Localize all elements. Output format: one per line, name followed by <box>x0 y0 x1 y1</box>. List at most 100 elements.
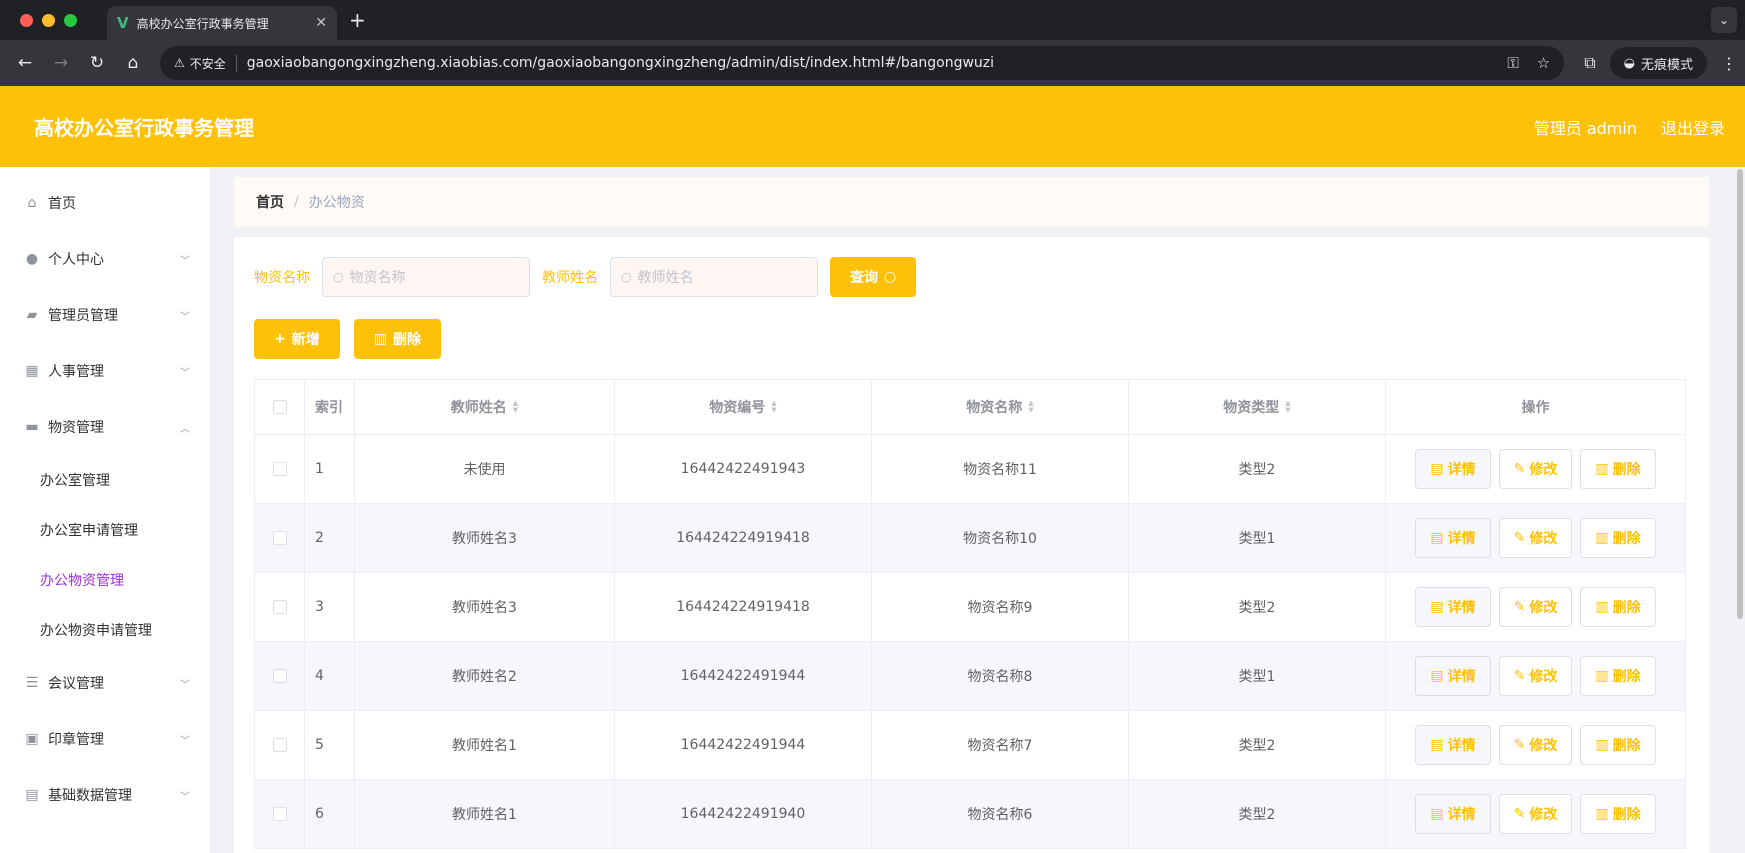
edit-button[interactable]: ✎ 修改 <box>1498 725 1573 765</box>
edit-label: 修改 <box>1529 462 1558 478</box>
plus-icon: + <box>274 331 286 347</box>
edit-button[interactable]: ✎ 修改 <box>1498 794 1573 834</box>
batch-delete-button[interactable]: ▥ 删除 <box>353 319 441 359</box>
url-text[interactable]: gaoxiaobangongxingzheng.xiaobias.com/gao… <box>247 55 1508 71</box>
detail-button[interactable]: ▤ 详情 <box>1415 449 1491 489</box>
sidebar-subitem-office[interactable]: 办公室管理 <box>0 455 210 505</box>
sidebar-subitem-supplies-application[interactable]: 办公物资申请管理 <box>0 605 210 655</box>
extensions-icon[interactable]: ⧉ <box>1584 53 1595 73</box>
trash-icon: ▥ <box>373 331 387 347</box>
sort-icon[interactable]: ▲ ▼ <box>513 400 518 414</box>
delete-button[interactable]: ▥ 删除 <box>1580 794 1656 834</box>
cell-ops: ▤ 详情 ✎ 修改 ▥ 删除 <box>1386 642 1685 710</box>
row-checkbox-cell <box>255 711 305 779</box>
app-title: 高校办公室行政事务管理 <box>34 116 254 140</box>
row-checkbox[interactable] <box>272 669 287 683</box>
tab-menu-icon[interactable]: ⌄ <box>1711 7 1737 33</box>
sort-icon[interactable]: ▲ ▼ <box>1028 400 1033 414</box>
chevron-down-icon: ﹀ <box>180 679 190 691</box>
row-checkbox[interactable] <box>272 600 287 614</box>
logout-link[interactable]: 退出登录 <box>1661 115 1725 139</box>
maximize-window-button[interactable] <box>64 13 77 27</box>
scrollbar[interactable] <box>1735 167 1745 853</box>
home-icon: ⌂ <box>27 195 37 211</box>
incognito-label: 无痕模式 <box>1640 57 1693 73</box>
cell-code: 16442422491944 <box>615 711 872 779</box>
star-icon[interactable]: ☆ <box>1537 54 1550 72</box>
delete-label: 删除 <box>1612 807 1641 823</box>
tab-title: 高校办公室行政事务管理 <box>136 16 269 31</box>
cell-type: 类型2 <box>1129 711 1386 779</box>
browser-menu-icon[interactable]: ⋮ <box>1721 54 1737 73</box>
header-teacher[interactable]: 教师姓名 ▲ ▼ <box>355 380 615 434</box>
edit-button[interactable]: ✎ 修改 <box>1498 449 1573 489</box>
delete-button[interactable]: ▥ 删除 <box>1580 518 1656 558</box>
forward-icon[interactable]: → <box>46 53 76 73</box>
chevron-down-icon: ﹀ <box>180 735 190 747</box>
query-button[interactable]: 查询 ○ <box>830 257 917 297</box>
cell-code: 16442422491940 <box>615 780 872 848</box>
select-all-checkbox[interactable] <box>272 400 287 414</box>
cell-type: 类型2 <box>1129 573 1386 641</box>
cell-ops: ▤ 详情 ✎ 修改 ▥ 删除 <box>1386 504 1685 572</box>
sidebar-item-admin-management[interactable]: ▰ 管理员管理 ﹀ <box>0 287 210 343</box>
detail-button[interactable]: ▤ 详情 <box>1415 656 1491 696</box>
home-browser-icon[interactable]: ⌂ <box>118 53 148 73</box>
action-row: + 新增 ▥ 删除 <box>254 319 1689 359</box>
sidebar-item-personal-center[interactable]: ● 个人中心 ﹀ <box>0 231 210 287</box>
cell-name: 物资名称11 <box>872 435 1129 503</box>
detail-button[interactable]: ▤ 详情 <box>1415 518 1491 558</box>
edit-button[interactable]: ✎ 修改 <box>1498 518 1573 558</box>
incognito-badge[interactable]: ◒ 无痕模式 <box>1609 47 1707 79</box>
address-bar: ← → ↻ ⌂ ⚠ 不安全 gaoxiaobangongxingzheng.xi… <box>0 40 1745 86</box>
new-tab-icon[interactable]: + <box>349 8 366 32</box>
scrollbar-thumb[interactable] <box>1737 169 1743 619</box>
row-checkbox[interactable] <box>272 807 287 821</box>
cell-code: 164424224919418 <box>615 573 872 641</box>
omnibox[interactable]: ⚠ 不安全 gaoxiaobangongxingzheng.xiaobias.c… <box>160 46 1565 80</box>
row-checkbox[interactable] <box>272 738 287 752</box>
delete-button[interactable]: ▥ 删除 <box>1580 449 1656 489</box>
delete-button[interactable]: ▥ 删除 <box>1580 656 1656 696</box>
detail-button[interactable]: ▤ 详情 <box>1415 725 1491 765</box>
breadcrumb-home[interactable]: 首页 <box>256 192 284 212</box>
sidebar-item-materials-management[interactable]: ▬ 物资管理 ︿ <box>0 399 210 455</box>
sort-icon[interactable]: ▲ ▼ <box>1285 400 1290 414</box>
row-checkbox[interactable] <box>272 462 287 476</box>
sidebar-item-seal-management[interactable]: ▣ 印章管理 ﹀ <box>0 711 210 767</box>
sort-icon[interactable]: ▲ ▼ <box>771 400 776 414</box>
sidebar-item-basic-data[interactable]: ▤ 基础数据管理 ﹀ <box>0 767 210 823</box>
cell-teacher: 教师姓名1 <box>355 711 615 779</box>
sidebar-item-meeting-management[interactable]: ☰ 会议管理 ﹀ <box>0 655 210 711</box>
row-checkbox[interactable] <box>272 531 287 545</box>
edit-button[interactable]: ✎ 修改 <box>1498 656 1573 696</box>
key-icon[interactable]: ⚿ <box>1507 54 1518 72</box>
minimize-window-button[interactable] <box>42 13 55 27</box>
browser-tab[interactable]: V 高校办公室行政事务管理 ✕ <box>107 6 337 40</box>
detail-button[interactable]: ▤ 详情 <box>1415 587 1491 627</box>
sidebar-subitem-office-supplies[interactable]: 办公物资管理 <box>0 555 210 605</box>
edit-button[interactable]: ✎ 修改 <box>1498 587 1573 627</box>
cell-ops: ▤ 详情 ✎ 修改 ▥ 删除 <box>1386 711 1685 779</box>
chevron-down-icon: ﹀ <box>180 367 190 379</box>
add-button[interactable]: + 新增 <box>254 319 340 359</box>
detail-button[interactable]: ▤ 详情 <box>1415 794 1491 834</box>
sidebar-item-label: 管理员管理 <box>48 308 118 324</box>
close-window-button[interactable] <box>20 13 33 27</box>
reload-icon[interactable]: ↻ <box>82 53 112 73</box>
sidebar-item-hr-management[interactable]: ▦ 人事管理 ﹀ <box>0 343 210 399</box>
insecure-badge[interactable]: ⚠ 不安全 <box>174 54 237 72</box>
material-name-input[interactable]: ○ 物资名称 <box>322 257 530 297</box>
tab-close-icon[interactable]: ✕ <box>315 15 327 31</box>
header-name[interactable]: 物资名称 ▲ ▼ <box>872 380 1129 434</box>
teacher-name-input[interactable]: ○ 教师姓名 <box>610 257 818 297</box>
header-code[interactable]: 物资编号 ▲ ▼ <box>615 380 872 434</box>
sidebar-subitem-office-application[interactable]: 办公室申请管理 <box>0 505 210 555</box>
delete-button[interactable]: ▥ 删除 <box>1580 587 1656 627</box>
header-type[interactable]: 物资类型 ▲ ▼ <box>1129 380 1386 434</box>
query-button-label: 查询 <box>850 270 878 286</box>
sidebar-item-label: 物资管理 <box>48 420 104 436</box>
delete-button[interactable]: ▥ 删除 <box>1580 725 1656 765</box>
sidebar-item-home[interactable]: ⌂ 首页 <box>0 175 210 231</box>
back-icon[interactable]: ← <box>10 53 40 73</box>
